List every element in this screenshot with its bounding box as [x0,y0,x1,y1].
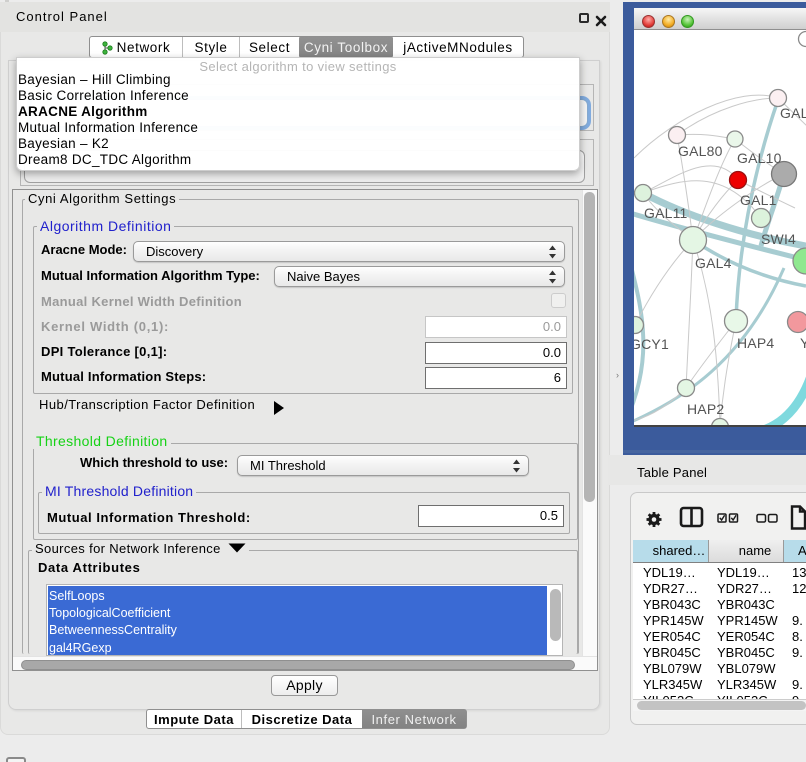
svg-text:GAL: GAL [780,105,806,121]
svg-text:Y: Y [800,335,806,351]
svg-text:GCY1: GCY1 [634,336,669,352]
svg-text:HAP4: HAP4 [737,335,774,351]
svg-text:GAL10: GAL10 [737,150,782,166]
svg-text:GAL80: GAL80 [678,143,723,159]
svg-text:GAL11: GAL11 [644,205,688,221]
svg-text:GAL1: GAL1 [740,192,777,208]
svg-text:SWI4: SWI4 [761,231,796,247]
svg-text:HAP2: HAP2 [687,401,724,417]
svg-text:GAL4: GAL4 [695,255,732,271]
